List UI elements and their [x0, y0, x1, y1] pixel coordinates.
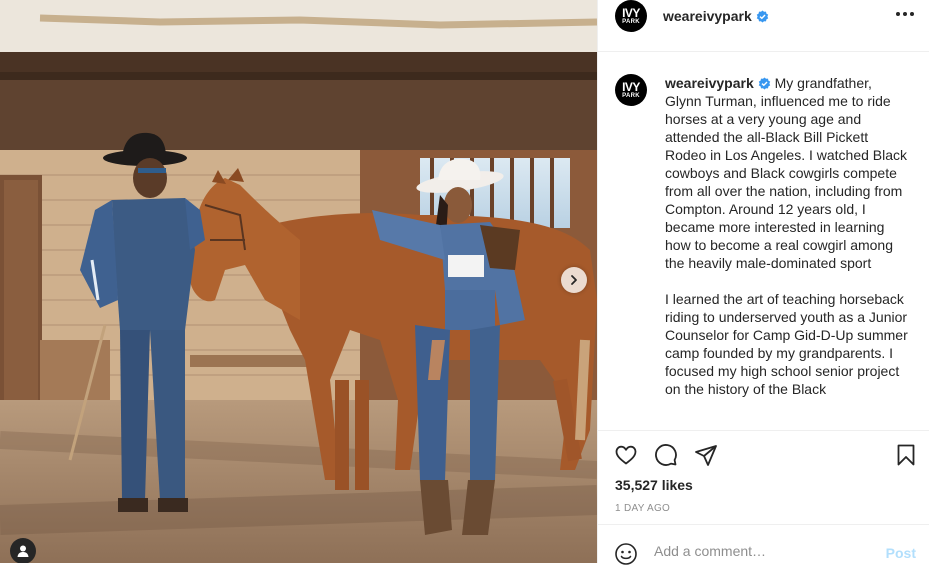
comment-input[interactable] — [654, 543, 874, 559]
post-side-panel: IVY PARK weareivypark IVY PARK weareivyp… — [597, 0, 929, 566]
photo-illustration — [0, 0, 597, 563]
chevron-right-icon — [571, 275, 577, 285]
header-username-block: weareivypark — [663, 8, 769, 24]
header-username[interactable]: weareivypark — [663, 8, 752, 24]
post-caption: weareivypark My grandfather, Glynn Turma… — [665, 74, 910, 416]
avatar-logo-subtext: PARK — [622, 18, 640, 25]
avatar-logo-text: IVY — [622, 79, 640, 94]
avatar-logo-text: IVY — [622, 5, 640, 20]
comment-bar: Post — [598, 524, 929, 566]
caption-avatar[interactable]: IVY PARK — [615, 74, 647, 106]
heart-icon[interactable] — [614, 443, 638, 467]
more-options-button[interactable] — [894, 6, 916, 22]
comment-icon[interactable] — [654, 443, 678, 467]
caption-paragraph-1: weareivypark My grandfather, Glynn Turma… — [665, 74, 910, 272]
carousel-next-button[interactable] — [561, 267, 587, 293]
post-photo[interactable] — [0, 0, 597, 563]
caption-username[interactable]: weareivypark — [665, 75, 754, 91]
avatar[interactable]: IVY PARK — [615, 0, 647, 32]
likes-count[interactable]: 35,527 likes — [615, 477, 693, 493]
user-tags-button[interactable] — [10, 538, 36, 563]
verified-badge-icon — [756, 10, 768, 23]
caption-text-1: My grandfather, Glynn Turman, influenced… — [665, 75, 908, 271]
post-timestamp[interactable]: 1 DAY AGO — [615, 503, 670, 514]
caption-section: IVY PARK weareivypark My grandfather, Gl… — [598, 62, 929, 429]
verified-badge-icon — [758, 77, 770, 90]
more-options-icon-dot — [903, 12, 907, 16]
avatar-logo-subtext: PARK — [622, 92, 640, 99]
post-comment-button[interactable]: Post — [886, 545, 916, 561]
caption-paragraph-2: I learned the art of teaching horseback … — [665, 291, 908, 397]
emoji-icon[interactable] — [614, 542, 638, 566]
more-options-icon — [896, 12, 900, 16]
paper-plane-icon[interactable] — [694, 443, 718, 467]
more-options-icon-dot — [910, 12, 914, 16]
post-header: IVY PARK weareivypark — [598, 0, 929, 52]
bookmark-icon[interactable] — [894, 443, 918, 467]
user-tag-icon — [17, 545, 29, 557]
